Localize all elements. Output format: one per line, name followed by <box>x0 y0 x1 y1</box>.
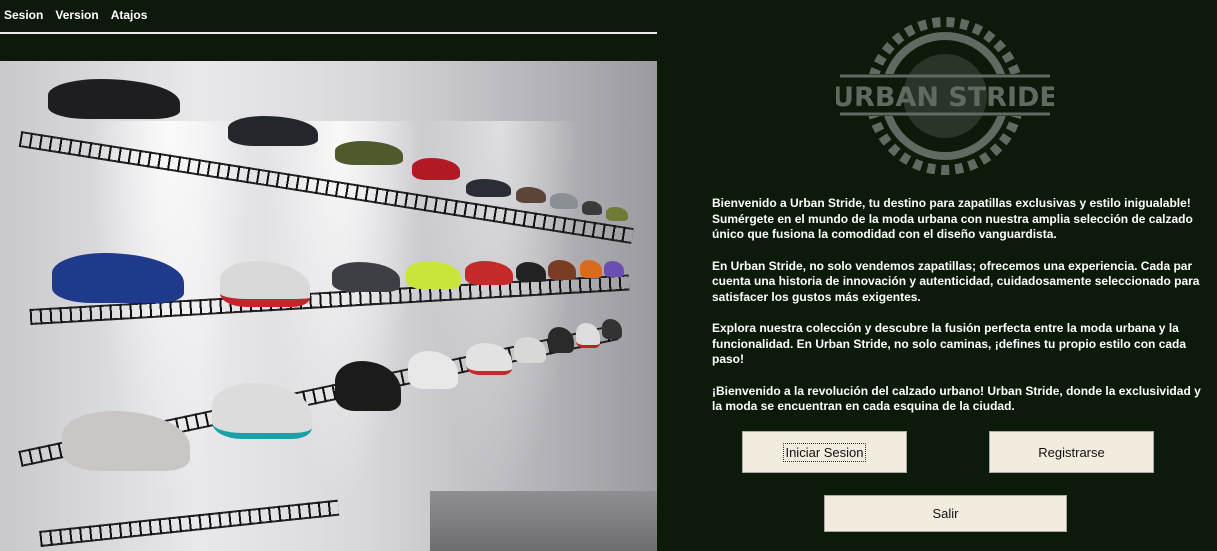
welcome-paragraph-2: En Urban Stride, no solo vendemos zapati… <box>712 258 1200 304</box>
gear-logo-icon: URBAN STRIDE <box>832 17 1058 175</box>
sneaker <box>48 79 180 119</box>
menu-separator <box>0 32 657 34</box>
logo-text: URBAN STRIDE <box>836 82 1054 113</box>
sneaker-wall-image <box>0 61 657 551</box>
menu-atajos[interactable]: Atajos <box>111 8 148 22</box>
sneaker <box>576 323 600 348</box>
sneaker <box>606 207 628 221</box>
sneaker <box>580 260 602 278</box>
sneaker <box>466 179 511 197</box>
welcome-paragraph-3: Explora nuestra colección y descubre la … <box>712 321 1187 366</box>
sneaker <box>602 319 622 339</box>
welcome-text: Bienvenido a Urban Stride, tu destino pa… <box>712 196 1212 431</box>
welcome-paragraph-4: ¡Bienvenido a la revolución del calzado … <box>712 383 1201 414</box>
urban-stride-logo: URBAN STRIDE <box>832 6 1058 176</box>
exit-button[interactable]: Salir <box>824 495 1067 532</box>
sneaker <box>582 201 602 215</box>
sneaker <box>550 193 578 209</box>
sneaker <box>604 261 624 277</box>
menu-version[interactable]: Version <box>55 8 98 22</box>
login-button[interactable]: Iniciar Sesion <box>742 431 907 473</box>
login-button-label: Iniciar Sesion <box>783 442 866 462</box>
menu-sesion[interactable]: Sesion <box>4 8 43 22</box>
welcome-paragraph-1: Bienvenido a Urban Stride, tu destino pa… <box>712 196 1193 241</box>
shelf-bottom <box>39 499 340 547</box>
register-button[interactable]: Registrarse <box>989 431 1154 473</box>
sneaker <box>516 187 546 203</box>
menu-bar: Sesion Version Atajos <box>0 0 657 32</box>
